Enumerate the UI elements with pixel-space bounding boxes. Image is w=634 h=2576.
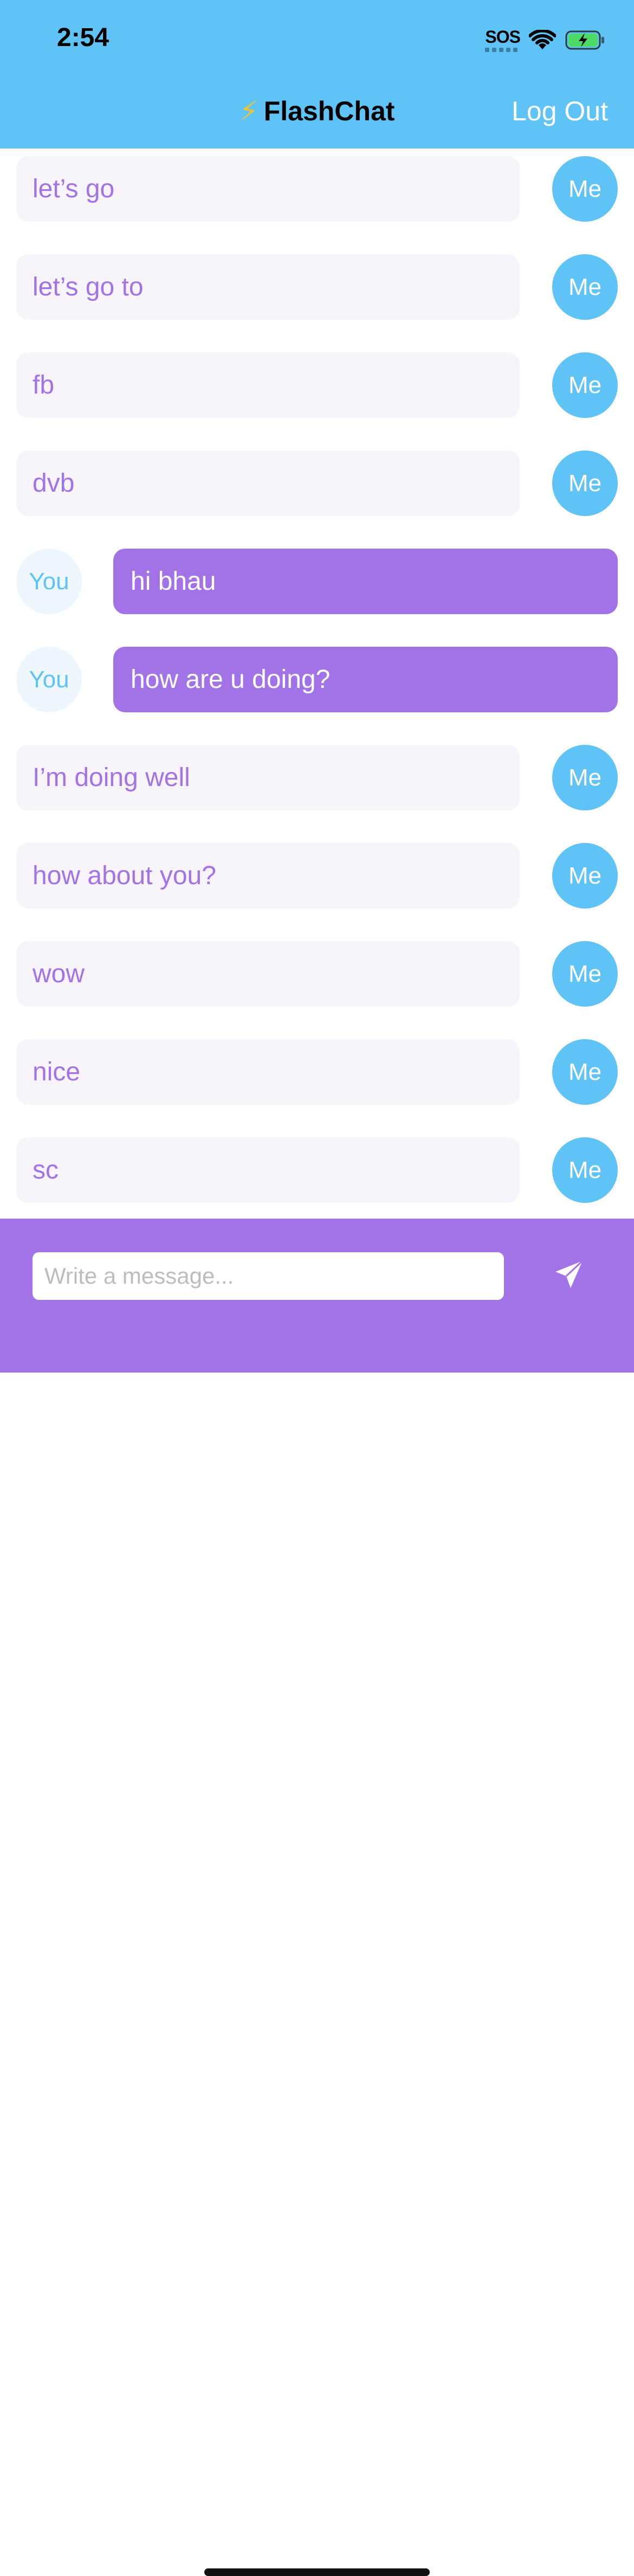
message-bubble[interactable]: hi bhau: [113, 549, 618, 614]
avatar-me: Me: [552, 450, 618, 516]
message-bubble[interactable]: let’s go to: [16, 254, 520, 320]
sos-satellite-icon: SOS: [485, 27, 521, 52]
message-row-me: sc Me: [0, 1137, 634, 1203]
message-row-me: let’s go to Me: [0, 254, 634, 320]
battery-charging-icon: [565, 30, 604, 50]
home-indicator: [204, 2568, 430, 2576]
message-row-me: nice Me: [0, 1039, 634, 1105]
avatar-me: Me: [552, 843, 618, 909]
paper-plane-icon: [555, 1260, 584, 1288]
avatar-you: You: [16, 647, 82, 712]
message-row-me: I’m doing well Me: [0, 745, 634, 810]
message-bubble[interactable]: fb: [16, 352, 520, 418]
message-bubble[interactable]: how are u doing?: [113, 647, 618, 712]
avatar-me: Me: [552, 745, 618, 810]
message-bubble[interactable]: let’s go: [16, 156, 520, 222]
message-row-me: wow Me: [0, 941, 634, 1007]
avatar-me: Me: [552, 1137, 618, 1203]
message-bubble[interactable]: sc: [16, 1137, 520, 1203]
message-bubble[interactable]: nice: [16, 1039, 520, 1105]
status-icons: SOS: [485, 27, 606, 53]
message-row-you: hi bhau You: [0, 549, 634, 614]
top-bar: 2:54 SOS ⚡ FlashChat Log Out: [0, 0, 634, 149]
message-list[interactable]: let’s go Me let’s go to Me fb Me dvb Me hi bhau Y…: [0, 149, 634, 1219]
message-bubble[interactable]: dvb: [16, 450, 520, 516]
message-input[interactable]: [33, 1252, 504, 1300]
message-row-you: how are u doing? You: [0, 647, 634, 712]
wifi-icon: [529, 30, 556, 49]
message-bubble[interactable]: how about you?: [16, 843, 520, 909]
avatar-me: Me: [552, 1039, 618, 1105]
sos-label: SOS: [485, 27, 521, 47]
lightning-icon: ⚡: [239, 96, 258, 126]
avatar-me: Me: [552, 941, 618, 1007]
composer-bar: [0, 1219, 634, 2576]
app-title: FlashChat: [263, 96, 395, 126]
avatar-me: Me: [552, 254, 618, 320]
message-row-me: how about you? Me: [0, 843, 634, 909]
send-button[interactable]: [547, 1250, 591, 1299]
message-row-me: let’s go Me: [0, 156, 634, 222]
avatar-you: You: [16, 549, 82, 614]
avatar-me: Me: [552, 156, 618, 222]
status-time: 2:54: [57, 23, 109, 52]
message-row-me: fb Me: [0, 352, 634, 418]
logout-button[interactable]: Log Out: [512, 95, 608, 127]
avatar-me: Me: [552, 352, 618, 418]
message-bubble[interactable]: wow: [16, 941, 520, 1007]
message-bubble[interactable]: I’m doing well: [16, 745, 520, 810]
message-row-me: dvb Me: [0, 450, 634, 516]
